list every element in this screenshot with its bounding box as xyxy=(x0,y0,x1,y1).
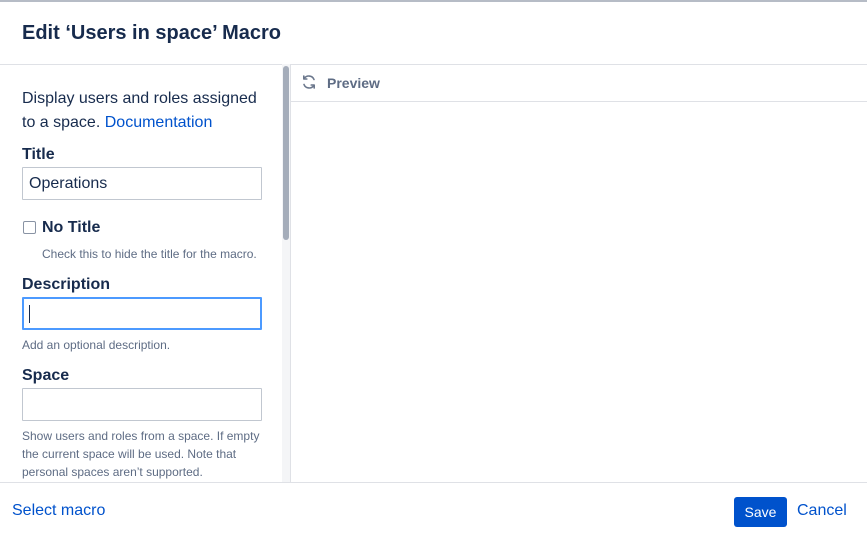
macro-parameters-panel: Display users and roles assigned to a sp… xyxy=(0,64,291,482)
space-label: Space xyxy=(22,367,70,384)
preview-toolbar: Preview xyxy=(291,64,867,102)
no-title-help: Check this to hide the title for the mac… xyxy=(42,247,257,261)
space-help: Show users and roles from a space. If em… xyxy=(22,429,260,479)
space-input[interactable] xyxy=(22,388,262,421)
preview-panel: Preview xyxy=(291,64,867,482)
dialog-header: Edit ‘Users in space’ Macro xyxy=(0,2,867,65)
documentation-link[interactable]: Documentation xyxy=(105,114,213,131)
title-label: Title xyxy=(22,146,55,163)
dialog-footer: Select macro Save Cancel xyxy=(0,482,867,535)
text-caret xyxy=(29,305,30,323)
no-title-label[interactable]: No Title xyxy=(42,219,100,237)
refresh-icon[interactable] xyxy=(301,74,317,90)
description-input[interactable] xyxy=(22,297,262,330)
description-help: Add an optional description. xyxy=(22,338,171,352)
dialog-title: Edit ‘Users in space’ Macro xyxy=(22,22,281,44)
title-input[interactable]: Operations xyxy=(22,167,262,200)
description-label: Description xyxy=(22,276,111,293)
save-button[interactable]: Save xyxy=(734,497,787,527)
select-macro-link[interactable]: Select macro xyxy=(12,502,105,520)
macro-intro: Display users and roles assigned to a sp… xyxy=(22,87,272,135)
no-title-checkbox[interactable] xyxy=(23,221,36,234)
preview-label: Preview xyxy=(327,75,380,91)
cancel-link[interactable]: Cancel xyxy=(797,502,847,520)
panel-scrollbar-thumb[interactable] xyxy=(283,66,289,240)
